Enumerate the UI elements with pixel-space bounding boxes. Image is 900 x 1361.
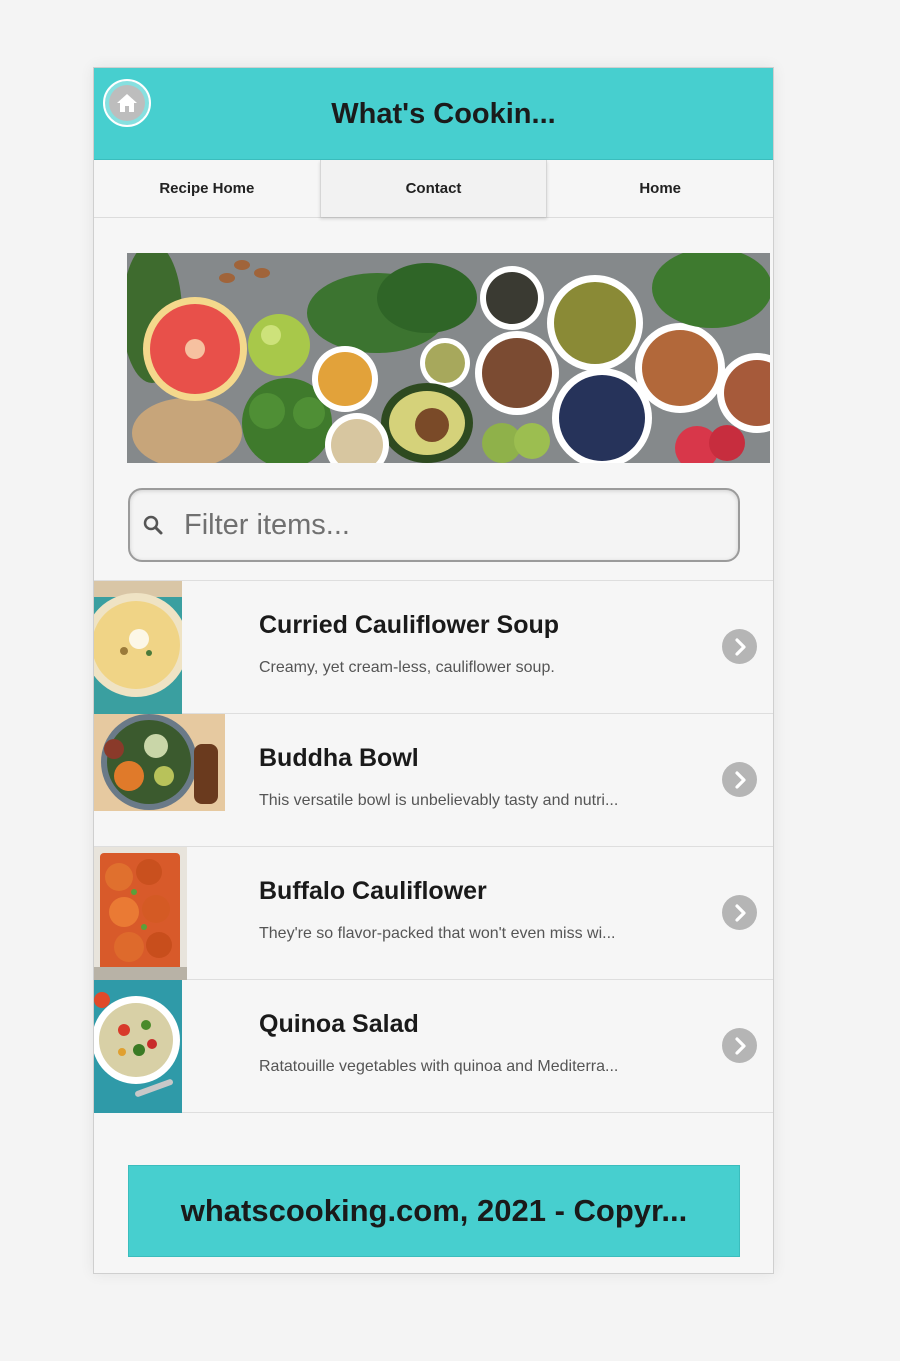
nav-item-recipe-home[interactable]: Recipe Home [94, 160, 320, 217]
chevron-right-icon [722, 762, 757, 797]
recipe-name: Quinoa Salad [259, 1010, 419, 1038]
nav-item-home[interactable]: Home [547, 160, 773, 217]
recipe-list: Curried Cauliflower Soup Creamy, yet cre… [94, 580, 773, 1113]
recipe-description: Ratatouille vegetables with quinoa and M… [259, 1058, 619, 1075]
filter-field[interactable] [128, 488, 740, 562]
recipe-name: Curried Cauliflower Soup [259, 611, 560, 639]
recipe-thumbnail [94, 714, 225, 811]
recipe-name: Buffalo Cauliflower [259, 877, 487, 905]
list-item-buffalo-cauliflower[interactable]: Buffalo Cauliflower They're so flavor-pa… [94, 847, 773, 980]
chevron-right-icon [722, 629, 757, 664]
recipe-description: They're so flavor-packed that won't even… [259, 925, 616, 942]
header-bar: What's Cookin... [94, 68, 773, 160]
nav-item-contact[interactable]: Contact [319, 160, 548, 217]
footer-bar: whatscooking.com, 2021 - Copyr... [128, 1165, 740, 1257]
chevron-right-icon [722, 1028, 757, 1063]
recipe-description: Creamy, yet cream-less, cauliflower soup… [259, 659, 555, 676]
recipe-description: This versatile bowl is unbelievably tast… [259, 792, 619, 809]
navbar: Recipe Home Contact Home [94, 160, 773, 218]
recipe-thumbnail [94, 847, 187, 980]
filter-input[interactable] [184, 508, 704, 542]
list-item-quinoa-salad[interactable]: Quinoa Salad Ratatouille vegetables with… [94, 980, 773, 1113]
list-item-buddha-bowl[interactable]: Buddha Bowl This versatile bowl is unbel… [94, 714, 773, 847]
recipe-name: Buddha Bowl [259, 744, 419, 772]
banner-image [127, 253, 770, 463]
list-item-curried-cauliflower-soup[interactable]: Curried Cauliflower Soup Creamy, yet cre… [94, 581, 773, 714]
search-icon [143, 515, 163, 535]
chevron-right-icon [722, 895, 757, 930]
recipe-thumbnail [94, 980, 182, 1113]
app-frame: What's Cookin... Recipe Home Contact Hom… [93, 67, 774, 1274]
recipe-thumbnail [94, 581, 182, 714]
page-title: What's Cookin... [331, 98, 556, 130]
